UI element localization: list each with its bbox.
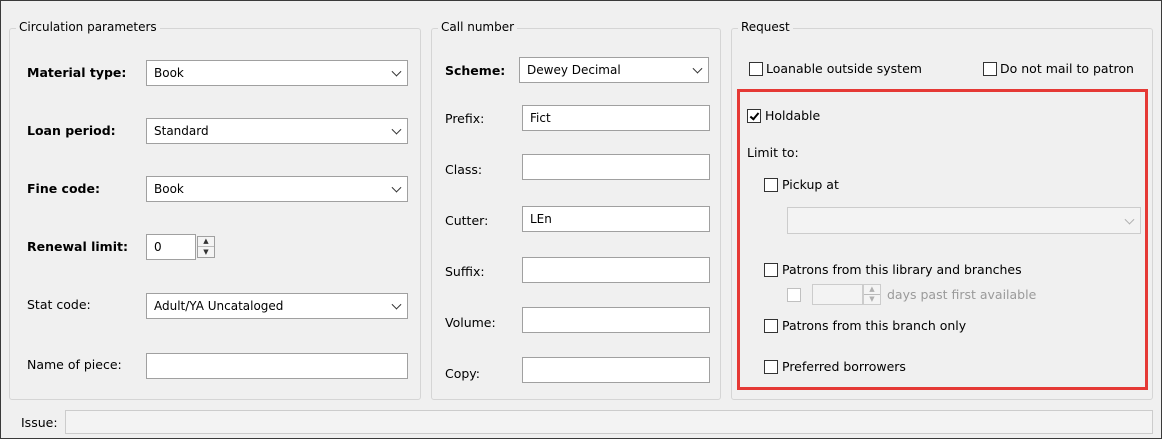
loanable-outside-system-checkbox[interactable] <box>749 62 763 76</box>
material-type-value: Book <box>154 66 184 80</box>
prefix-value: Fict <box>530 111 551 125</box>
volume-label: Volume: <box>445 315 496 330</box>
fine-code-label: Fine code: <box>27 181 100 196</box>
material-type-select[interactable]: Book <box>146 60 408 86</box>
copy-label: Copy: <box>445 366 481 381</box>
spin-down-icon[interactable]: ▼ <box>198 247 214 257</box>
circulation-parameters-title: Circulation parameters <box>16 20 160 34</box>
prefix-label: Prefix: <box>445 111 485 126</box>
renewal-limit-input[interactable]: 0 <box>146 234 196 260</box>
issue-label: Issue: <box>21 415 58 430</box>
loanable-outside-system-label[interactable]: Loanable outside system <box>766 61 922 76</box>
class-label: Class: <box>445 162 483 177</box>
scheme-value: Dewey Decimal <box>527 63 621 77</box>
volume-input[interactable] <box>522 307 710 333</box>
loan-period-value: Standard <box>154 124 209 138</box>
scheme-label: Scheme: <box>445 63 506 78</box>
class-input[interactable] <box>522 154 710 180</box>
loan-period-select[interactable]: Standard <box>146 118 408 144</box>
request-title: Request <box>738 20 793 34</box>
cutter-value: LEn <box>530 212 552 226</box>
name-of-piece-label: Name of piece: <box>27 357 122 372</box>
material-type-label: Material type: <box>27 65 127 80</box>
do-not-mail-label[interactable]: Do not mail to patron <box>1000 61 1134 76</box>
call-number-title: Call number <box>438 20 518 34</box>
fine-code-select[interactable]: Book <box>146 176 408 202</box>
stat-code-label: Stat code: <box>27 297 91 312</box>
renewal-limit-label: Renewal limit: <box>27 239 128 254</box>
spin-up-icon[interactable]: ▲ <box>198 237 214 247</box>
scheme-select[interactable]: Dewey Decimal <box>519 57 709 83</box>
renewal-limit-spinner[interactable]: ▲ ▼ <box>197 236 215 258</box>
item-record-form: Circulation parameters Material type: Bo… <box>0 0 1162 439</box>
prefix-input[interactable]: Fict <box>522 105 710 131</box>
suffix-label: Suffix: <box>445 264 485 279</box>
stat-code-value: Adult/YA Uncataloged <box>154 299 284 313</box>
fine-code-value: Book <box>154 182 184 196</box>
issue-field[interactable] <box>65 410 1153 434</box>
renewal-limit-value: 0 <box>154 240 162 254</box>
copy-input[interactable] <box>522 357 710 383</box>
do-not-mail-checkbox[interactable] <box>983 62 997 76</box>
cutter-label: Cutter: <box>445 213 489 228</box>
stat-code-select[interactable]: Adult/YA Uncataloged <box>146 293 408 319</box>
holdable-highlight-box <box>737 89 1148 390</box>
name-of-piece-input[interactable] <box>146 353 408 379</box>
loan-period-label: Loan period: <box>27 123 116 138</box>
suffix-input[interactable] <box>522 257 710 283</box>
cutter-input[interactable]: LEn <box>522 206 710 232</box>
